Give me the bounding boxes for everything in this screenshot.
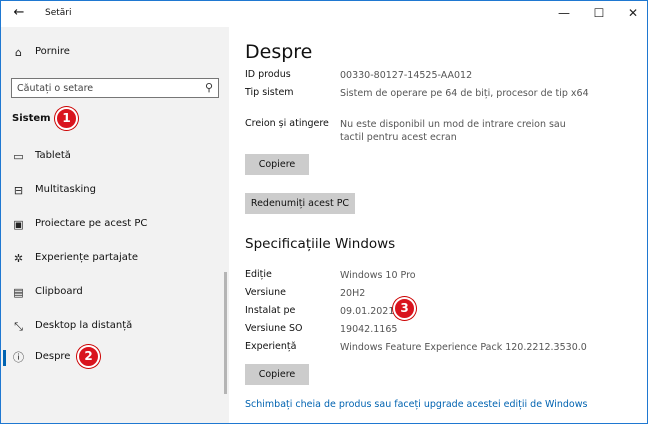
maximize-button[interactable]: ☐	[584, 3, 614, 23]
spec-value-product-id: 00330-80127-14525-AA012	[340, 70, 473, 81]
sidebar-item-label: Desktop la distanță	[35, 320, 133, 331]
search-input[interactable]: Căutați o setare ⚲	[11, 78, 219, 98]
sidebar-item-remote-desktop[interactable]: ⤡ Desktop la distanță	[1, 313, 225, 341]
sidebar-scrollbar[interactable]	[224, 272, 227, 394]
project-icon: ▣	[13, 218, 24, 231]
sidebar-item-about[interactable]: ⓘ Despre	[1, 344, 225, 372]
sidebar-item-clipboard[interactable]: ▤ Clipboard	[1, 279, 225, 307]
title-bar: ← Setări — ☐ ✕	[1, 1, 647, 27]
copy-device-specs-button[interactable]: Copiere	[245, 154, 309, 175]
home-icon: ⌂	[15, 46, 22, 59]
spec-value-installed-on: 09.01.2021	[340, 306, 395, 317]
close-button[interactable]: ✕	[618, 3, 647, 23]
remote-desktop-icon: ⤡	[14, 320, 23, 333]
rename-pc-button[interactable]: Redenumiți acest PC	[245, 193, 355, 214]
spec-key-version: Versiune	[245, 287, 286, 298]
spec-value-pen-touch: Nu este disponibil un mod de intrare cre…	[340, 119, 566, 143]
sidebar-item-home[interactable]: ⌂ Pornire	[1, 39, 225, 67]
settings-window: ← Setări — ☐ ✕ ⌂ Pornire Căutați o setar…	[0, 0, 648, 424]
sidebar-item-shared-experiences[interactable]: ✲ Experiențe partajate	[1, 245, 225, 273]
sidebar-item-label: Experiențe partajate	[35, 252, 138, 263]
section-heading: Sistem	[12, 113, 51, 124]
spec-key-product-id: ID produs	[245, 69, 291, 80]
copy-windows-specs-button[interactable]: Copiere	[245, 364, 309, 385]
sidebar-item-label: Despre	[35, 351, 71, 362]
minimize-button[interactable]: —	[549, 3, 579, 23]
sidebar-item-label: Proiectare pe acest PC	[35, 218, 148, 229]
sidebar-item-label: Multitasking	[35, 184, 96, 195]
sidebar-item-project[interactable]: ▣ Proiectare pe acest PC	[1, 211, 225, 239]
spec-value-experience: Windows Feature Experience Pack 120.2212…	[340, 342, 587, 353]
sidebar-item-label: Clipboard	[35, 286, 83, 297]
spec-key-pen-touch: Creion și atingere	[245, 118, 329, 129]
spec-value-version: 20H2	[340, 288, 366, 299]
search-icon[interactable]: ⚲	[205, 81, 213, 94]
info-icon: ⓘ	[13, 351, 24, 364]
upgrade-link[interactable]: Schimbați cheia de produs sau faceți upg…	[245, 399, 587, 410]
spec-key-system-type: Tip sistem	[245, 87, 294, 98]
clipboard-icon: ▤	[13, 286, 24, 299]
windows-specs-heading: Specificațiile Windows	[245, 236, 396, 252]
search-placeholder: Căutați o setare	[17, 83, 94, 94]
callout-badge-1: 1	[55, 107, 78, 130]
shared-experiences-icon: ✲	[13, 252, 24, 265]
spec-key-installed-on: Instalat pe	[245, 305, 296, 316]
page-title: Despre	[245, 41, 313, 63]
spec-key-os-build: Versiune SO	[245, 323, 303, 334]
spec-value-os-build: 19042.1165	[340, 324, 398, 335]
main-content: Despre ID produs 00330-80127-14525-AA012…	[229, 27, 647, 423]
back-arrow-icon[interactable]: ←	[11, 5, 27, 21]
callout-badge-3: 3	[393, 297, 416, 320]
multitasking-icon: ⊟	[13, 184, 24, 197]
tablet-icon: ▭	[13, 150, 24, 163]
callout-badge-2: 2	[77, 345, 100, 368]
sidebar-item-label: Tabletă	[35, 150, 71, 161]
sidebar-item-label: Pornire	[35, 46, 70, 57]
window-title: Setări	[45, 8, 72, 18]
spec-value-edition: Windows 10 Pro	[340, 270, 416, 281]
spec-key-edition: Ediție	[245, 269, 272, 280]
sidebar: ⌂ Pornire Căutați o setare ⚲ Sistem ▭ Ta…	[1, 27, 229, 423]
spec-value-system-type: Sistem de operare pe 64 de biți, proceso…	[340, 88, 589, 99]
sidebar-item-multitasking[interactable]: ⊟ Multitasking	[1, 177, 225, 205]
sidebar-item-tablet[interactable]: ▭ Tabletă	[1, 143, 225, 171]
spec-key-experience: Experiență	[245, 341, 297, 352]
